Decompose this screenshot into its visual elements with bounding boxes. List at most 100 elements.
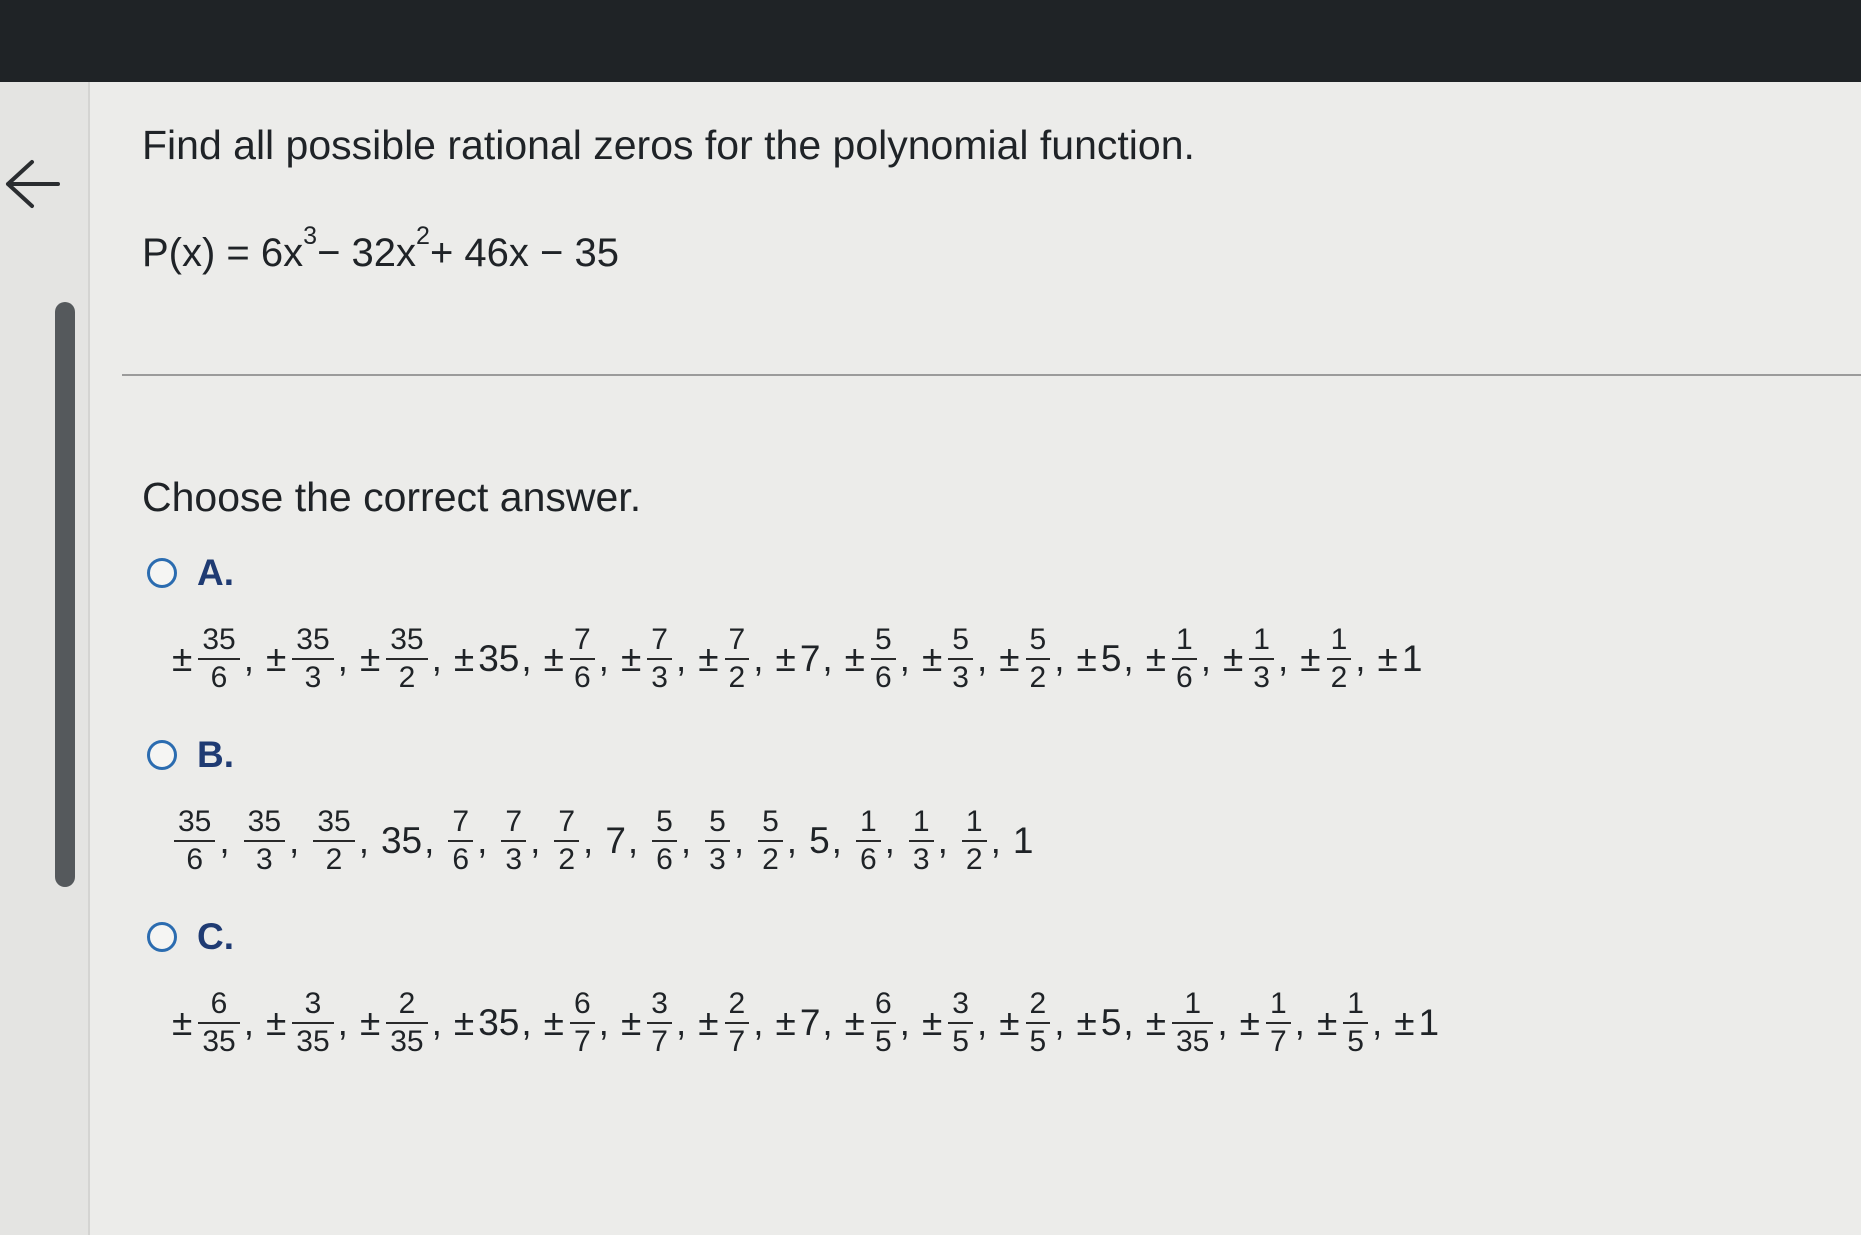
fraction: 76: [569, 622, 595, 696]
comma-separator: ,: [786, 820, 798, 861]
plus-minus-sign: ±: [543, 1002, 564, 1043]
option-b-answer[interactable]: 35 6, 35 3, 35 2, 35, 7 6, 7 3, 7 2, 7, 5 6, 5 3, 5 2, 5, 1 6,…: [172, 804, 1045, 878]
plus-minus-sign: ±: [698, 638, 719, 679]
answer-term: 52,: [756, 804, 797, 878]
plus-minus-sign: ±: [1377, 638, 1398, 679]
option-a-answer[interactable]: ±35 6, ±35 3, ±35 2, ±35, ±7 6, ±7 3, ±7 2, ±7, ±5 6, ±5…: [172, 622, 1434, 696]
answer-term: ±2 7,: [698, 986, 763, 1060]
answer-term: 53,: [703, 804, 744, 878]
fraction: 76: [448, 804, 474, 878]
fraction-numerator: 6: [874, 987, 892, 1020]
fraction-numerator: 35: [390, 623, 424, 656]
fraction-denominator: 6: [573, 661, 591, 694]
fraction-numerator: 5: [1029, 623, 1047, 656]
radio-button-icon[interactable]: [147, 558, 177, 588]
fraction-denominator: 35: [202, 1025, 236, 1058]
fraction-numerator: 1: [965, 805, 983, 838]
comma-separator: ,: [243, 1002, 254, 1043]
fraction: 35 6: [174, 804, 216, 878]
answer-term: ±35,: [454, 638, 532, 680]
comma-separator: ,: [289, 820, 300, 861]
plus-minus-sign: ±: [1145, 1002, 1166, 1043]
fraction-denominator: 6: [874, 661, 892, 694]
comma-separator: ,: [521, 638, 532, 679]
fraction: 37: [647, 986, 672, 1060]
plus-minus-sign: ±: [844, 638, 865, 679]
comma-separator: ,: [424, 820, 435, 861]
fraction: 25: [1025, 986, 1051, 1060]
answer-term: ±3 35,: [266, 986, 348, 1060]
comma-separator: ,: [337, 638, 348, 679]
answer-term: 56,: [650, 804, 691, 878]
answer-term: ±2 35,: [360, 986, 442, 1060]
plus-minus-sign: ±: [1145, 638, 1166, 679]
fraction-denominator: 2: [1029, 661, 1047, 694]
comma-separator: ,: [1277, 638, 1289, 679]
answer-term: ±35 2,: [360, 622, 442, 696]
fraction-denominator: 2: [398, 661, 416, 694]
fraction-numerator: 7: [558, 805, 576, 838]
fraction: 73: [501, 804, 527, 878]
answer-term: 72,: [552, 804, 593, 878]
answer-term: 35,: [381, 820, 434, 862]
option-b[interactable]: B.: [147, 734, 234, 776]
comma-separator: ,: [899, 1002, 910, 1043]
fraction: 53: [948, 622, 973, 696]
answer-term: ±6 5,: [845, 986, 910, 1060]
fraction-numerator: 7: [573, 623, 591, 656]
fraction: 56: [652, 804, 677, 878]
comma-separator: ,: [680, 820, 692, 861]
question-page: Find all possible rational zeros for the…: [0, 82, 1861, 1235]
fraction: 6 35: [198, 986, 240, 1060]
fraction: 35 6: [198, 622, 240, 696]
fraction: 2 35: [386, 986, 428, 1060]
comma-separator: ,: [822, 638, 833, 679]
poly-exponent-1: 3: [303, 222, 318, 250]
top-bar: [0, 0, 1861, 82]
radio-button-icon[interactable]: [147, 740, 177, 770]
option-a[interactable]: A.: [147, 552, 234, 594]
plus-minus-sign: ±: [265, 638, 287, 679]
plus-minus-sign: ±: [921, 638, 943, 679]
comma-separator: ,: [1200, 638, 1211, 679]
comma-separator: ,: [1355, 638, 1366, 679]
answer-term: ±5 3,: [922, 622, 987, 696]
fraction-numerator: 7: [452, 805, 470, 838]
comma-separator: ,: [598, 638, 609, 679]
fraction-numerator: 1: [1176, 623, 1193, 656]
fraction-denominator: 3: [952, 661, 969, 694]
fraction-denominator: 6: [656, 843, 673, 876]
comma-separator: ,: [627, 820, 639, 861]
fraction: 67: [569, 986, 595, 1060]
fraction-denominator: 6: [186, 843, 204, 876]
answer-term: ±2 5,: [999, 986, 1064, 1060]
answer-term: ±1 5,: [1317, 986, 1382, 1060]
plus-minus-sign: ±: [543, 638, 564, 679]
fraction: 52: [1025, 622, 1051, 696]
back-arrow-icon[interactable]: [2, 154, 64, 214]
answer-term: ±7,: [776, 1002, 833, 1044]
fraction-denominator: 5: [952, 1025, 969, 1058]
plus-minus-sign: ±: [921, 1002, 943, 1043]
comma-separator: ,: [219, 820, 230, 861]
fraction-numerator: 6: [573, 987, 591, 1020]
answer-term: 16,: [854, 804, 895, 878]
fraction-denominator: 35: [390, 1025, 424, 1058]
fraction-numerator: 3: [952, 987, 969, 1020]
option-c[interactable]: C.: [147, 916, 234, 958]
fraction-denominator: 2: [558, 843, 576, 876]
comma-separator: ,: [976, 638, 988, 679]
integer-value: 1: [1401, 638, 1423, 679]
comma-separator: ,: [1123, 638, 1134, 679]
plus-minus-sign: ±: [844, 1002, 865, 1043]
plus-minus-sign: ±: [1239, 1002, 1260, 1043]
fraction-denominator: 3: [1253, 661, 1270, 694]
answer-prompt: Choose the correct answer.: [142, 474, 642, 520]
radio-button-icon[interactable]: [147, 922, 177, 952]
scrollbar[interactable]: [55, 302, 75, 887]
fraction-denominator: 35: [1176, 1025, 1210, 1058]
comma-separator: ,: [822, 1002, 833, 1043]
fraction: 73: [647, 622, 672, 696]
comma-separator: ,: [598, 1002, 609, 1043]
option-c-answer[interactable]: ±6 35, ±3 35, ±2 35, ±35, ±6 7, ±3 7, ±2 7, ±7, ±6 5, ±3…: [172, 986, 1451, 1060]
